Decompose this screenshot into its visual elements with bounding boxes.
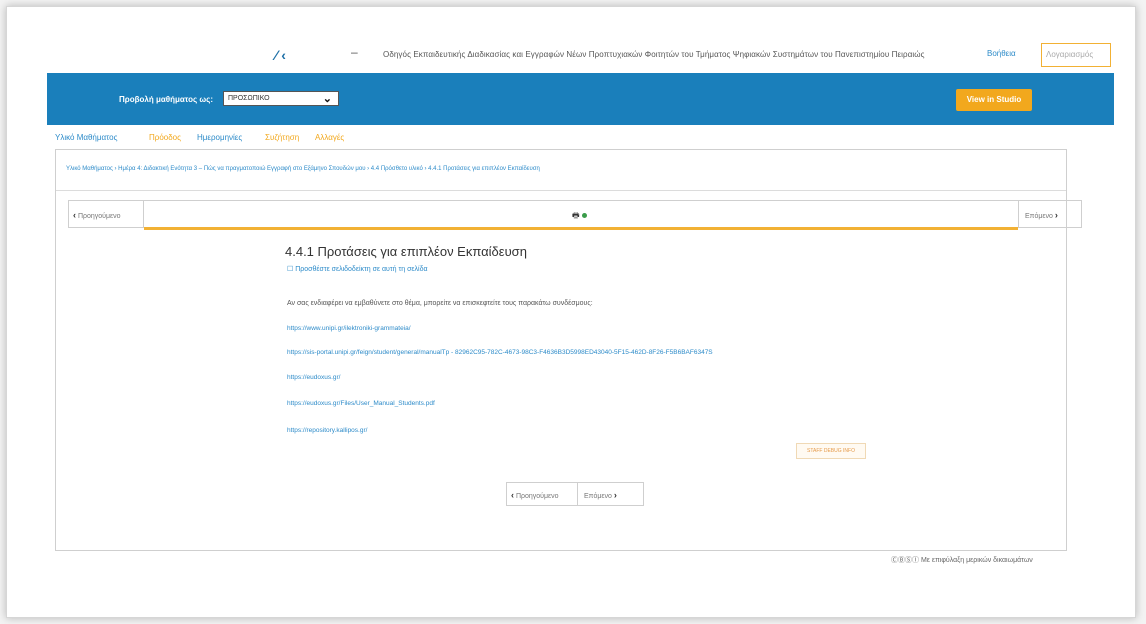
resource-link[interactable]: https://eudoxus.gr/Files/User_Manual_Stu… bbox=[287, 400, 435, 407]
help-link[interactable]: Βοήθεια bbox=[987, 49, 1016, 58]
print-icon: 🖶 bbox=[572, 211, 580, 220]
view-as-label: Προβολή μαθήματος ως: bbox=[119, 95, 213, 104]
sequence-navigation: ‹ Προηγούμενο 🖶 Επόμενο › bbox=[68, 200, 1082, 230]
status-dot-icon bbox=[581, 213, 587, 219]
sequence-previous-button[interactable]: ‹ Προηγούμενο bbox=[68, 200, 144, 228]
sequence-next-button[interactable]: Επόμενο › bbox=[1018, 200, 1082, 228]
top-header: ⁄ ‹ – Οδηγός Εκπαιδευτικής Διαδικασίας κ… bbox=[7, 7, 1135, 73]
view-as-value: ΠΡΟΣΩΠΙΚΟ bbox=[228, 95, 270, 102]
bottom-previous-button[interactable]: ‹ Προηγούμενο bbox=[506, 482, 578, 506]
bookmark-button[interactable]: ☐ Προσθέστε σελιδοδείκτη σε αυτή τη σελί… bbox=[287, 265, 428, 273]
window-frame: ⁄ ‹ – Οδηγός Εκπαιδευτικής Διαδικασίας κ… bbox=[6, 6, 1136, 618]
course-title: Οδηγός Εκπαιδευτικής Διαδικασίας και Εγγ… bbox=[383, 50, 925, 59]
resource-link[interactable]: https://repository.kallipos.gr/ bbox=[287, 427, 367, 434]
bottom-next-label: Επόμενο bbox=[584, 493, 612, 500]
license-notice[interactable]: ⒸⒷⓈⒾ Με επιφύλαξη μερικών δικαιωμάτων bbox=[891, 555, 1033, 565]
view-as-bar: Προβολή μαθήματος ως: ΠΡΟΣΩΠΙΚΟ ⌄ View i… bbox=[47, 73, 1114, 125]
tab-course[interactable]: Υλικό Μαθήματος bbox=[55, 133, 117, 142]
chevron-right-icon: › bbox=[613, 490, 617, 500]
staff-debug-info-button[interactable]: STAFF DEBUG INFO bbox=[796, 443, 866, 459]
resource-link[interactable]: https://sis-portal.unipi.gr/feign/studen… bbox=[287, 349, 713, 356]
sequence-next-label: Επόμενο bbox=[1025, 213, 1053, 220]
bottom-next-button[interactable]: Επόμενο › bbox=[578, 482, 644, 506]
breadcrumb-divider bbox=[56, 190, 1066, 191]
account-menu-button[interactable]: Λογαριασμός bbox=[1041, 43, 1111, 67]
unit-title: 4.4.1 Προτάσεις για επιπλέον Εκπαίδευση bbox=[285, 244, 527, 259]
view-in-studio-button[interactable]: View in Studio bbox=[956, 89, 1032, 111]
view-as-select[interactable]: ΠΡΟΣΩΠΙΚΟ ⌄ bbox=[223, 91, 339, 106]
chevron-right-icon: › bbox=[1054, 210, 1058, 220]
sequence-previous-label: Προηγούμενο bbox=[77, 213, 121, 220]
course-content-card: Υλικό Μαθήματος › Ημέρα 4: Διδακτική Ενό… bbox=[55, 149, 1082, 551]
tab-updates[interactable]: Αλλαγές bbox=[315, 133, 344, 142]
bottom-previous-label: Προηγούμενο bbox=[515, 493, 559, 500]
unit-intro-text: Αν σας ενδιαφέρει να εμβαθύνετε στο θέμα… bbox=[287, 300, 593, 307]
chevron-left-icon: ‹ bbox=[73, 210, 76, 220]
tab-progress[interactable]: Πρόοδος bbox=[149, 133, 181, 142]
breadcrumb[interactable]: Υλικό Μαθήματος › Ημέρα 4: Διδακτική Ενό… bbox=[66, 166, 540, 172]
chevron-down-icon: ⌄ bbox=[322, 93, 332, 105]
tab-discussion[interactable]: Συζήτηση bbox=[265, 133, 299, 142]
logo-separator: – bbox=[351, 45, 358, 59]
tab-dates[interactable]: Ημερομηνίες bbox=[197, 133, 242, 142]
bookmark-label: Προσθέστε σελιδοδείκτη σε αυτή τη σελίδα bbox=[295, 266, 428, 273]
resource-link[interactable]: https://eudoxus.gr/ bbox=[287, 374, 340, 381]
unit-tab-icon[interactable]: 🖶 bbox=[572, 210, 587, 224]
site-logo[interactable]: ⁄ ‹ bbox=[275, 47, 286, 63]
chevron-left-icon: ‹ bbox=[511, 490, 514, 500]
bookmark-icon: ☐ bbox=[287, 266, 294, 273]
sequence-unit-strip: 🖶 bbox=[144, 200, 1018, 230]
resource-link[interactable]: https://www.unipi.gr/ilektroniki-grammat… bbox=[287, 325, 411, 332]
